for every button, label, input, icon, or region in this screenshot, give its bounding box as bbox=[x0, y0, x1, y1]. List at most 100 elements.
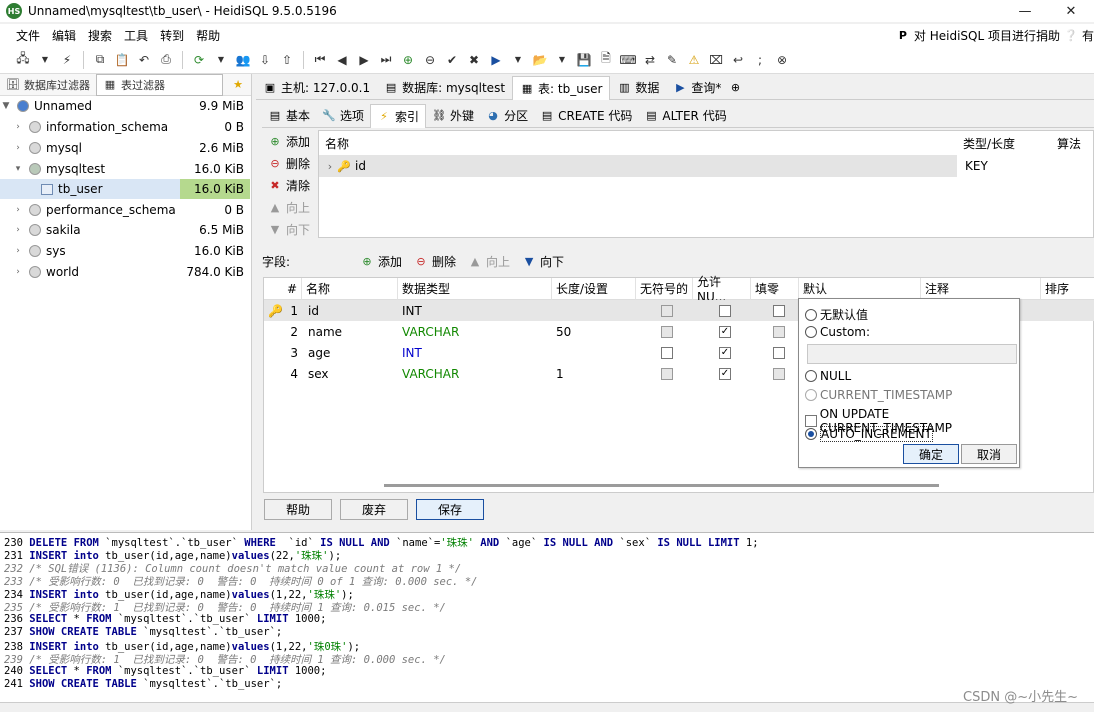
unsigned-checkbox[interactable] bbox=[657, 342, 673, 363]
stop-icon[interactable]: ⊗ bbox=[773, 51, 791, 69]
tab-foreign-keys[interactable]: ⛓ 外键 bbox=[426, 104, 480, 128]
zerofill-checkbox[interactable] bbox=[769, 321, 785, 342]
star-icon[interactable]: ★ bbox=[231, 78, 245, 92]
horizontal-scrollbar[interactable] bbox=[384, 484, 939, 487]
tab-indexes[interactable]: ⚡ 索引 bbox=[370, 103, 427, 128]
add-field-button[interactable]: ⊕ 添加 bbox=[360, 253, 402, 270]
dropdown-arrow-icon[interactable]: ▼ bbox=[36, 51, 54, 69]
column-header[interactable]: 名称 bbox=[302, 278, 398, 300]
tree-item-database[interactable]: › world 784.0 KiB bbox=[0, 262, 250, 282]
disconnect-icon[interactable]: ⚡ bbox=[58, 51, 76, 69]
column-header[interactable]: 无符号的 bbox=[636, 278, 693, 300]
unsigned-checkbox[interactable] bbox=[657, 363, 673, 384]
chevron-right-icon[interactable]: › bbox=[12, 122, 24, 132]
tab-table-filter[interactable]: ▦ 表过滤器 bbox=[96, 73, 223, 96]
menu-goto[interactable]: 转到 bbox=[154, 27, 190, 44]
insert-record-icon[interactable]: ⊕ bbox=[399, 51, 417, 69]
allow-null-checkbox[interactable]: ✓ bbox=[715, 321, 731, 342]
option-current-timestamp[interactable]: CURRENT_TIMESTAMP bbox=[805, 388, 952, 402]
field-type[interactable]: INT bbox=[398, 342, 552, 363]
save-snippet-icon[interactable]: 🗎 bbox=[597, 51, 615, 69]
tree-item-database[interactable]: › performance_schema 0 B bbox=[0, 200, 250, 220]
user-manager-icon[interactable]: 👥 bbox=[234, 51, 252, 69]
column-header[interactable]: 排序 bbox=[1041, 278, 1094, 300]
column-header[interactable]: 长度/设置 bbox=[552, 278, 636, 300]
radio-button[interactable] bbox=[805, 428, 817, 440]
column-header[interactable]: 允许NU... bbox=[693, 275, 751, 304]
next-record-icon[interactable]: ▶ bbox=[355, 51, 373, 69]
save-sql-icon[interactable]: 💾 bbox=[575, 51, 593, 69]
chevron-right-icon[interactable]: › bbox=[12, 225, 24, 235]
clear-index-button[interactable]: ✖ 清除 bbox=[268, 174, 316, 196]
tree-item-database[interactable]: ▾ mysqltest 16.0 KiB bbox=[0, 159, 250, 179]
refresh-icon[interactable]: ⟳ bbox=[190, 51, 208, 69]
column-header[interactable]: 注释 bbox=[921, 278, 1041, 300]
tree-item-database[interactable]: › sakila 6.5 MiB bbox=[0, 220, 250, 240]
chevron-right-icon[interactable]: › bbox=[12, 246, 24, 256]
open-sql-icon[interactable]: 📂 bbox=[531, 51, 549, 69]
tree-item-table[interactable]: tb_user 16.0 KiB bbox=[0, 179, 250, 199]
tree-item-server[interactable]: ▼ Unnamed 9.9 MiB bbox=[0, 96, 250, 116]
tree-item-database[interactable]: › information_schema 0 B bbox=[0, 117, 250, 137]
query-help-icon[interactable]: ⌨ bbox=[619, 51, 637, 69]
unsigned-checkbox[interactable] bbox=[657, 300, 673, 321]
save-button[interactable]: 保存 bbox=[416, 499, 484, 520]
dropdown-arrow-icon[interactable]: ▼ bbox=[553, 51, 571, 69]
tab-host[interactable]: ▣ 主机: 127.0.0.1 bbox=[256, 76, 377, 100]
zerofill-checkbox[interactable] bbox=[769, 342, 785, 363]
minimize-button[interactable]: — bbox=[1002, 0, 1048, 22]
ok-button[interactable]: 确定 bbox=[903, 444, 959, 464]
chevron-down-icon[interactable]: ▾ bbox=[12, 164, 24, 174]
column-header[interactable]: 名称 bbox=[325, 131, 349, 155]
menu-edit[interactable]: 编辑 bbox=[46, 27, 82, 44]
option-no-default[interactable]: 无默认值 bbox=[805, 306, 868, 323]
tab-query[interactable]: ▶ 查询* bbox=[666, 76, 728, 100]
tab-partitions[interactable]: ◕ 分区 bbox=[480, 104, 534, 128]
menu-help[interactable]: 帮助 bbox=[190, 27, 226, 44]
field-length[interactable] bbox=[552, 342, 636, 363]
undo-icon[interactable]: ↶ bbox=[135, 51, 153, 69]
zerofill-checkbox[interactable] bbox=[769, 363, 785, 384]
radio-button[interactable] bbox=[805, 308, 817, 321]
menu-search[interactable]: 搜索 bbox=[82, 27, 118, 44]
tree-item-database[interactable]: › sys 16.0 KiB bbox=[0, 241, 250, 261]
semicolon-icon[interactable]: ; bbox=[751, 51, 769, 69]
radio-button[interactable] bbox=[805, 326, 817, 338]
new-query-tab-icon[interactable]: ⊕ bbox=[728, 81, 742, 95]
option-auto-increment[interactable]: AUTO_INCREMENT bbox=[805, 426, 933, 442]
discard-button[interactable]: 废弃 bbox=[340, 499, 408, 520]
sql-log[interactable]: 230 DELETE FROM `mysqltest`.`tb_user` WH… bbox=[0, 532, 1094, 702]
dropdown-arrow-icon[interactable]: ▼ bbox=[212, 51, 230, 69]
allow-null-checkbox[interactable]: ✓ bbox=[715, 342, 731, 363]
tab-basic[interactable]: ▤ 基本 bbox=[262, 104, 316, 128]
print-icon[interactable]: ⎙ bbox=[157, 51, 175, 69]
clear-filter-icon[interactable]: ⌧ bbox=[707, 51, 725, 69]
radio-button[interactable] bbox=[805, 389, 817, 401]
delete-field-button[interactable]: ⊖ 删除 bbox=[414, 253, 456, 270]
cancel-button[interactable]: 取消 bbox=[961, 444, 1017, 464]
add-index-button[interactable]: ⊕ 添加 bbox=[268, 130, 316, 152]
field-length[interactable] bbox=[552, 300, 636, 321]
export-icon[interactable]: ⇧ bbox=[278, 51, 296, 69]
allow-null-checkbox[interactable] bbox=[715, 300, 731, 321]
dropdown-arrow-icon[interactable]: ▼ bbox=[509, 51, 527, 69]
session-manager-icon[interactable]: 🖧 bbox=[14, 51, 32, 69]
chevron-down-icon[interactable]: ▼ bbox=[0, 101, 12, 111]
last-record-icon[interactable]: ⏭ bbox=[377, 51, 395, 69]
index-row[interactable]: › 🔑 id bbox=[319, 155, 957, 177]
edit-icon[interactable]: ✎ bbox=[663, 51, 681, 69]
chevron-right-icon[interactable]: › bbox=[12, 267, 24, 277]
tab-alter-code[interactable]: ▤ ALTER 代码 bbox=[638, 104, 732, 128]
column-header[interactable]: 算法 bbox=[1057, 131, 1081, 155]
column-header[interactable]: 填零 bbox=[751, 278, 799, 300]
column-header[interactable]: 默认 bbox=[799, 278, 921, 300]
help-link[interactable]: 有 bbox=[1082, 27, 1094, 44]
field-type[interactable]: VARCHAR bbox=[398, 363, 552, 384]
import-icon[interactable]: ⇩ bbox=[256, 51, 274, 69]
field-length[interactable]: 50 bbox=[552, 321, 636, 342]
tab-options[interactable]: 🔧 选项 bbox=[316, 104, 370, 128]
close-button[interactable]: ✕ bbox=[1048, 0, 1094, 22]
format-sql-icon[interactable]: ⇄ bbox=[641, 51, 659, 69]
tab-table[interactable]: ▦ 表: tb_user bbox=[512, 75, 611, 100]
field-length[interactable]: 1 bbox=[552, 363, 636, 384]
